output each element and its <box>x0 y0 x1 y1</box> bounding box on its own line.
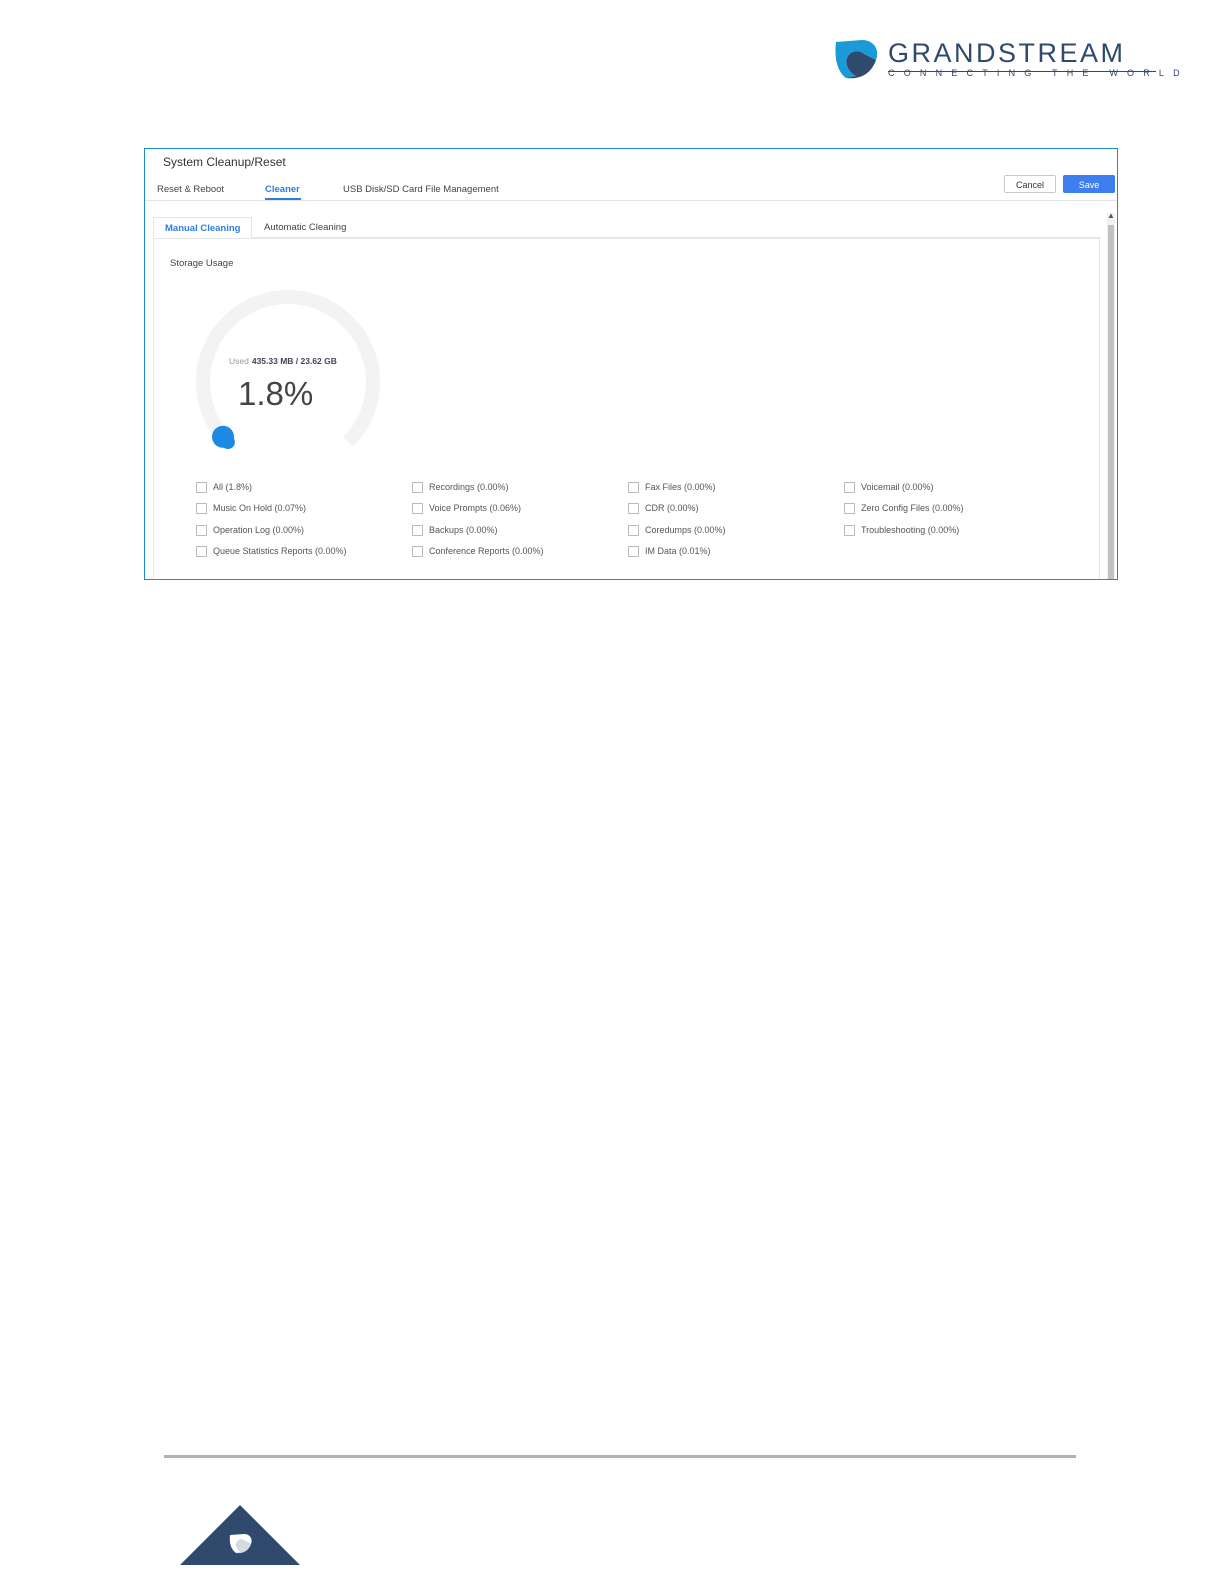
footer-logo-mark-icon <box>180 1505 300 1565</box>
storage-usage-label: Storage Usage <box>170 258 234 269</box>
subtab-manual-cleaning[interactable]: Manual Cleaning <box>153 217 253 238</box>
gauge-knob <box>212 425 235 448</box>
tab-cleaner[interactable]: Cleaner <box>265 184 300 195</box>
subtab-automatic-cleaning[interactable]: Automatic Cleaning <box>253 217 357 238</box>
cleanup-option-label: Operation Log (0.00%) <box>213 525 305 535</box>
scroll-up-icon[interactable]: ▲ <box>1107 211 1115 221</box>
cleanup-option-checkbox[interactable] <box>412 524 423 536</box>
cleanup-option-checkbox[interactable] <box>412 502 423 514</box>
cleanup-option-label: Music On Hold (0.07%) <box>213 503 307 513</box>
storage-used-label: Used <box>229 356 249 366</box>
cleanup-option-label: Coredumps (0.00%) <box>645 525 726 535</box>
cleanup-option-checkbox[interactable] <box>196 524 207 536</box>
cleanup-option[interactable]: Voice Prompts (0.06%) <box>412 502 521 514</box>
cleanup-option[interactable]: Conference Reports (0.00%) <box>412 545 544 557</box>
cleanup-option[interactable]: All (1.8%) <box>196 481 252 493</box>
tab-usb-sd-file-management[interactable]: USB Disk/SD Card File Management <box>343 184 499 195</box>
cleanup-option-checkbox[interactable] <box>628 524 639 536</box>
cleanup-option-checkbox[interactable] <box>628 545 639 557</box>
brand-name: GRANDSTREAM <box>888 38 1126 68</box>
cleanup-option-label: Conference Reports (0.00%) <box>429 546 544 556</box>
cleanup-option[interactable]: Recordings (0.00%) <box>412 481 509 493</box>
cleanup-option-checkbox[interactable] <box>412 545 423 557</box>
cleanup-option-label: Recordings (0.00%) <box>429 482 509 492</box>
cleanup-option-checkbox[interactable] <box>844 524 855 536</box>
cleanup-option-label: CDR (0.00%) <box>645 503 699 513</box>
cleanup-option-label: Voice Prompts (0.06%) <box>429 503 522 513</box>
storage-percent: 1.8% <box>238 375 314 412</box>
footer-divider <box>164 1455 1076 1458</box>
cleanup-option[interactable]: Fax Files (0.00%) <box>628 481 716 493</box>
cleanup-option[interactable]: IM Data (0.01%) <box>628 545 711 557</box>
cleanup-option[interactable]: Operation Log (0.00%) <box>196 524 304 536</box>
cleanup-option[interactable]: Backups (0.00%) <box>412 524 498 536</box>
system-cleanup-window: System Cleanup/Reset Reset & Reboot Clea… <box>144 148 1118 580</box>
cleanup-option-label: Backups (0.00%) <box>429 525 498 535</box>
cleanup-option-checkbox[interactable] <box>412 481 423 493</box>
brand-tagline: CONNECTING THE WORLD <box>888 68 1189 78</box>
cancel-button[interactable]: Cancel <box>1004 175 1056 193</box>
cleanup-option[interactable]: Zero Config Files (0.00%) <box>844 502 964 514</box>
cleanup-option-label: Queue Statistics Reports (0.00%) <box>213 546 347 556</box>
tab-reset-reboot[interactable]: Reset & Reboot <box>157 184 224 195</box>
cleanup-option-label: Troubleshooting (0.00%) <box>861 525 960 535</box>
page-title: System Cleanup/Reset <box>163 155 286 169</box>
cleanup-option[interactable]: Troubleshooting (0.00%) <box>844 524 959 536</box>
cleanup-option[interactable]: Coredumps (0.00%) <box>628 524 726 536</box>
gauge-track <box>196 290 380 448</box>
grandstream-logo: GRANDSTREAM CONNECTING THE WORLD <box>834 38 1180 84</box>
header-divider <box>145 200 1117 201</box>
cleanup-option[interactable]: Music On Hold (0.07%) <box>196 502 306 514</box>
storage-used-readout: Used 435.33 MB / 23.62 GB <box>229 356 337 366</box>
cleanup-option-checkbox[interactable] <box>844 481 855 493</box>
cleanup-option-checkbox[interactable] <box>844 502 855 514</box>
cleanup-option[interactable]: Queue Statistics Reports (0.00%) <box>196 545 347 557</box>
cleanup-option-label: IM Data (0.01%) <box>645 546 711 556</box>
scrollbar-thumb[interactable] <box>1108 225 1114 579</box>
cleanup-option-checkbox[interactable] <box>196 481 207 493</box>
grandstream-logo-mark-icon <box>835 40 878 79</box>
cleanup-option[interactable]: CDR (0.00%) <box>628 502 699 514</box>
cleanup-option-checkbox[interactable] <box>628 481 639 493</box>
cleanup-option-checkbox[interactable] <box>196 502 207 514</box>
cleanup-option-label: All (1.8%) <box>213 482 253 492</box>
cleanup-option-checkbox[interactable] <box>628 502 639 514</box>
storage-used-value: 435.33 MB / 23.62 GB <box>251 356 337 366</box>
cleanup-option-label: Voicemail (0.00%) <box>861 482 934 492</box>
cleanup-option-checkbox[interactable] <box>196 545 207 557</box>
cleanup-option-label: Zero Config Files (0.00%) <box>861 503 964 513</box>
save-button[interactable]: Save <box>1063 175 1115 193</box>
cleanup-option-label: Fax Files (0.00%) <box>645 482 716 492</box>
cleanup-option[interactable]: Voicemail (0.00%) <box>844 481 934 493</box>
